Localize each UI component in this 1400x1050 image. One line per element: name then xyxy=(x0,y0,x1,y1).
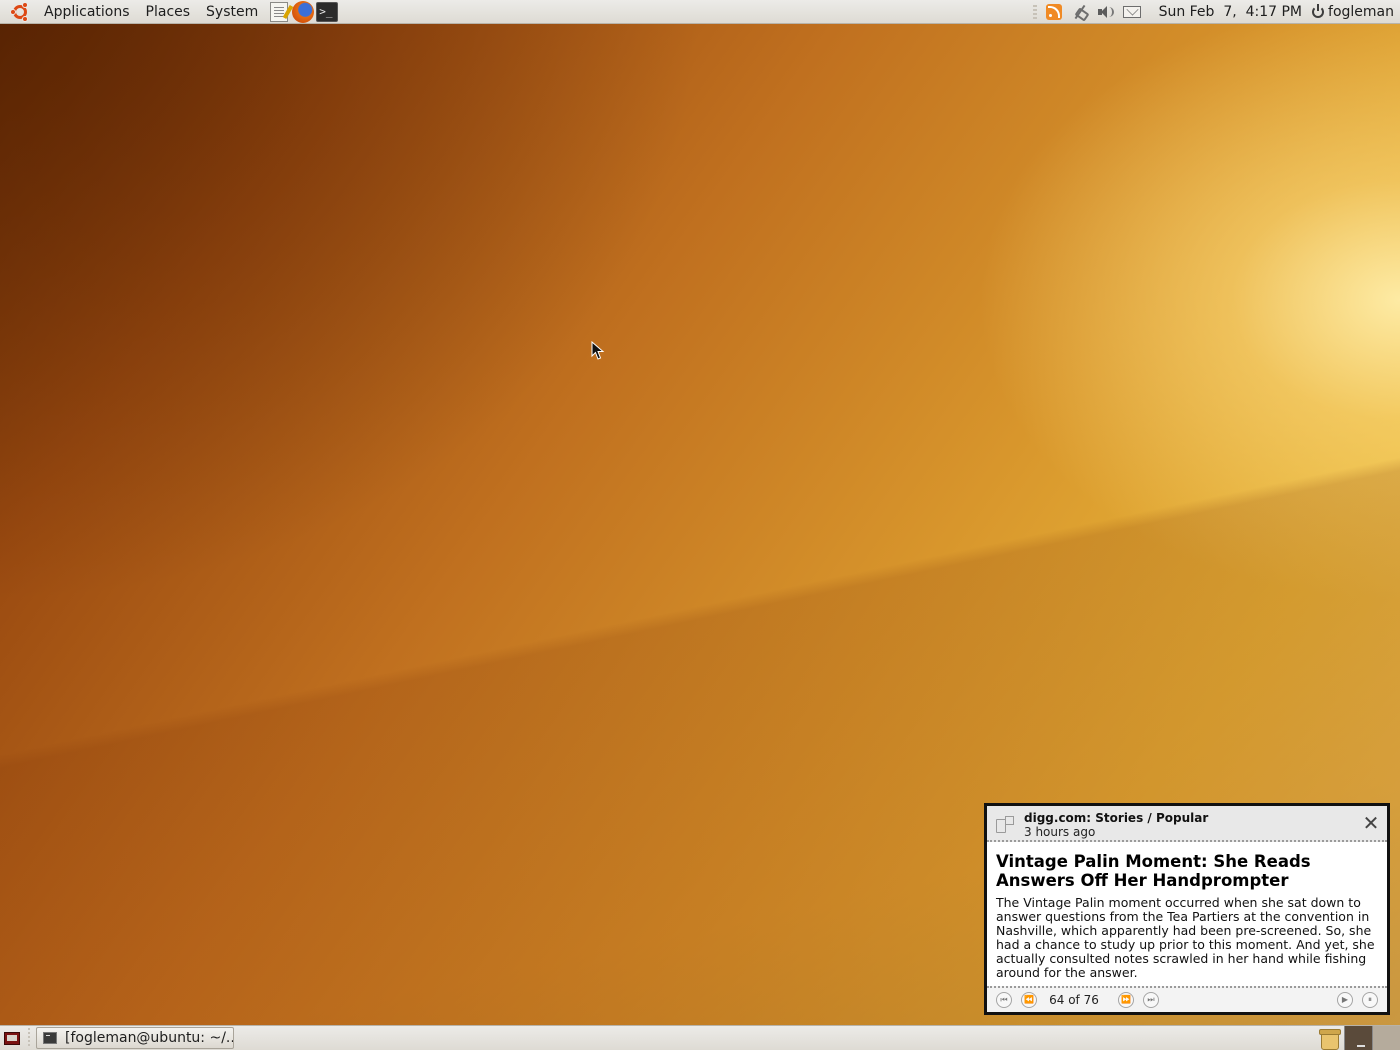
mail-icon xyxy=(1122,5,1141,18)
rss-feed-icon xyxy=(1045,3,1062,20)
last-item-button[interactable]: ⏭ xyxy=(1143,992,1159,1008)
ubuntu-logo-dot xyxy=(22,1,28,8)
show-desktop-icon xyxy=(4,1031,20,1045)
notification-time: 3 hours ago xyxy=(1024,825,1096,839)
mouse-cursor-icon xyxy=(591,341,605,360)
text-editor-icon xyxy=(270,1,289,22)
notification-body: The Vintage Palin moment occurred when s… xyxy=(996,895,1375,980)
ubuntu-logo-dot xyxy=(10,8,16,15)
taskbar-item-terminal[interactable]: [fogleman@ubuntu: ~/... xyxy=(36,1027,234,1049)
pause-button[interactable]: ⏸ xyxy=(1362,992,1378,1008)
top-panel: Applications Places System >_ Sun Feb 7,… xyxy=(0,0,1400,24)
notification-footer: ⏮ ⏪ 64 of 76 ⏩ ⏭ ▶ ⏸ xyxy=(987,986,1387,1012)
terminal-icon: >_ xyxy=(316,1,339,22)
ubuntu-logo-dot xyxy=(22,15,28,22)
trash-icon[interactable] xyxy=(1318,1027,1341,1050)
network-icon xyxy=(1073,5,1087,19)
user-name: fogleman xyxy=(1328,3,1394,20)
places-menu[interactable]: Places xyxy=(138,0,199,24)
bottom-panel-right xyxy=(1318,1026,1400,1050)
text-editor-launcher[interactable] xyxy=(268,1,290,23)
tray-handle[interactable] xyxy=(1032,4,1037,19)
notification-header: digg.com: Stories / Popular 3 hours ago … xyxy=(987,806,1387,842)
system-menu[interactable]: System xyxy=(198,0,266,24)
terminal-launcher[interactable]: >_ xyxy=(316,1,339,23)
first-item-button[interactable]: ⏮ xyxy=(996,992,1012,1008)
main-menu-bar: Applications Places System >_ xyxy=(0,0,339,24)
play-button[interactable]: ▶ xyxy=(1337,992,1353,1008)
user-menu[interactable]: fogleman xyxy=(1312,3,1394,20)
panel-separator xyxy=(26,1028,32,1048)
notification-bubble[interactable]: digg.com: Stories / Popular 3 hours ago … xyxy=(984,803,1390,1015)
workspace-1[interactable] xyxy=(1344,1026,1372,1050)
volume-icon xyxy=(1097,5,1114,19)
firefox-launcher[interactable] xyxy=(292,0,315,23)
firefox-icon xyxy=(292,0,315,23)
feed-icon xyxy=(996,816,1014,833)
rss-feed-tray-button[interactable] xyxy=(1044,2,1064,22)
clock[interactable]: Sun Feb 7, 4:17 PM xyxy=(1159,4,1302,20)
item-counter: 64 of 76 xyxy=(1049,993,1099,1007)
previous-item-button[interactable]: ⏪ xyxy=(1021,992,1037,1008)
workspace-2[interactable] xyxy=(1372,1026,1400,1050)
notification-source: digg.com: Stories / Popular xyxy=(1024,811,1209,825)
applications-menu[interactable]: Applications xyxy=(36,0,138,24)
taskbar-item-label: [fogleman@ubuntu: ~/... xyxy=(65,1030,234,1046)
next-item-button[interactable]: ⏩ xyxy=(1118,992,1134,1008)
ubuntu-logo-icon[interactable] xyxy=(10,1,30,22)
network-tray-button[interactable] xyxy=(1070,2,1090,22)
bottom-panel: [fogleman@ubuntu: ~/... xyxy=(0,1025,1400,1050)
power-icon xyxy=(1312,3,1325,18)
mail-tray-button[interactable] xyxy=(1122,2,1142,22)
terminal-icon xyxy=(43,1032,57,1044)
notification-area: Sun Feb 7, 4:17 PM fogleman xyxy=(1032,0,1400,24)
show-desktop-button[interactable] xyxy=(2,1028,22,1048)
notification-title[interactable]: Vintage Palin Moment: She Reads Answers … xyxy=(996,852,1381,890)
volume-tray-button[interactable] xyxy=(1096,2,1116,22)
close-icon[interactable]: ✕ xyxy=(1362,813,1380,833)
